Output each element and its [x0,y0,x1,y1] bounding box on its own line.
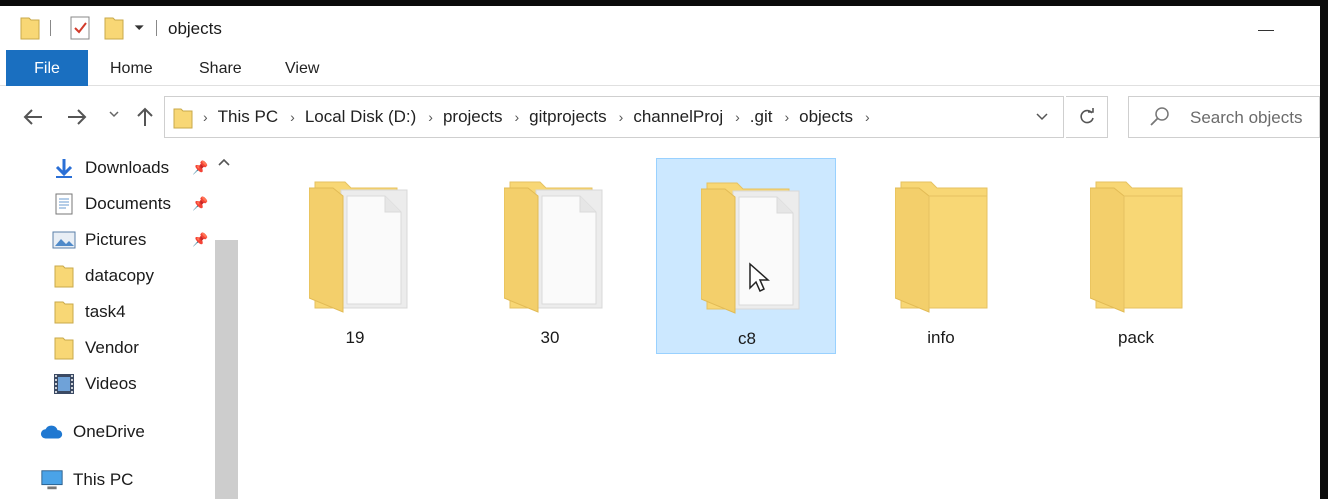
customize-toolbar-icon[interactable]: ⏷ [134,20,144,36]
sidebar-item-pictures[interactable]: Pictures [52,225,146,255]
tab-share[interactable]: Share [195,50,246,86]
file-name: info [927,328,955,347]
folder-with-files-icon [309,181,408,313]
breadcrumb-projects[interactable]: projects [443,107,503,127]
pin-icon[interactable]: 📌 [192,232,208,248]
sidebar-item-label: OneDrive [73,422,145,441]
empty-folder-icon [895,181,988,313]
breadcrumb-chevron-icon[interactable]: › [203,109,208,125]
tab-file[interactable]: File [6,50,88,86]
breadcrumb-chevron-icon[interactable]: › [619,109,624,125]
sidebar-item-label: Vendor [85,338,139,357]
breadcrumb-gitprojects[interactable]: gitprojects [529,107,606,127]
breadcrumb-this-pc[interactable]: This PC [218,107,278,127]
breadcrumb-chevron-icon[interactable]: › [865,109,870,125]
search-input[interactable]: Search objects [1190,108,1302,128]
folder-item-info[interactable]: info [851,158,1031,354]
breadcrumb-chevron-icon[interactable]: › [428,109,433,125]
tab-view[interactable]: View [281,50,323,86]
sidebar-item-label: Videos [85,374,137,393]
ribbon-tabs: File Home Share View [0,50,1320,86]
folder-icon [52,264,76,288]
forward-arrow-icon[interactable] [66,106,88,134]
sidebar-item-vendor[interactable]: Vendor [52,333,139,363]
file-name: c8 [738,329,756,348]
file-list: 19 30 c8 info pack [238,148,1320,499]
download-arrow-icon [52,156,76,180]
toolbar-separator [156,20,157,36]
breadcrumb-chevron-icon[interactable]: › [735,109,740,125]
sidebar-item-datacopy[interactable]: datacopy [52,261,154,291]
breadcrumb-local-disk[interactable]: Local Disk (D:) [305,107,416,127]
quick-access-folder-icon[interactable] [20,16,40,45]
search-icon [1149,106,1171,133]
empty-folder-icon [1090,181,1183,313]
folder-icon [52,336,76,360]
videos-icon [52,372,76,396]
folder-with-files-icon [504,181,603,313]
refresh-icon [1079,108,1094,124]
documents-icon [52,192,76,216]
tab-home[interactable]: Home [106,50,157,86]
sidebar-item-documents[interactable]: Documents [52,189,171,219]
window-title: objects [168,19,222,38]
back-arrow-icon[interactable] [22,106,44,134]
recent-locations-chevron-icon[interactable] [108,108,120,123]
address-bar[interactable]: › This PC › Local Disk (D:) › projects ›… [164,96,1064,138]
breadcrumb-chevron-icon[interactable]: › [290,109,295,125]
computer-icon [40,468,64,492]
sidebar-item-downloads[interactable]: Downloads [52,153,169,183]
folder-item-pack[interactable]: pack [1046,158,1226,354]
title-bar: ⏷ objects [0,6,1320,50]
new-folder-icon[interactable] [104,16,124,45]
folder-item-c8[interactable]: c8 [656,158,836,354]
navigation-bar: › This PC › Local Disk (D:) › projects ›… [0,86,1320,148]
sidebar-item-label: This PC [73,470,134,489]
scroll-up-chevron-icon[interactable] [218,156,230,170]
sidebar-item-videos[interactable]: Videos [52,369,137,399]
refresh-button[interactable] [1066,96,1108,138]
file-name: 19 [345,328,365,347]
toolbar-separator [50,20,51,36]
sidebar-item-task4[interactable]: task4 [52,297,126,327]
breadcrumb-chevron-icon[interactable]: › [514,109,519,125]
pictures-icon [52,228,76,252]
search-box[interactable]: Search objects [1128,96,1320,138]
sidebar-item-label: datacopy [85,266,154,285]
sidebar-item-label: task4 [85,302,126,321]
breadcrumb-channelproj[interactable]: channelProj [633,107,723,127]
navigation-pane: Downloads 📌 Documents 📌 Pictures 📌 datac… [0,148,238,499]
window-right-edge [1320,0,1328,499]
sidebar-item-onedrive[interactable]: OneDrive [40,417,145,447]
sidebar-item-label: Downloads [85,158,170,177]
file-name: pack [1118,328,1154,347]
folder-item-19[interactable]: 19 [265,158,445,354]
breadcrumb-objects[interactable]: objects [799,107,853,127]
mouse-pointer-icon [748,262,770,299]
cloud-icon [40,420,64,444]
address-folder-icon [173,107,193,134]
sidebar-item-this-pc[interactable]: This PC [40,465,133,495]
breadcrumb-git[interactable]: .git [750,107,773,127]
properties-icon[interactable] [70,16,90,45]
file-name: 30 [540,328,560,347]
pin-icon[interactable]: 📌 [192,160,208,176]
breadcrumb-chevron-icon[interactable]: › [784,109,789,125]
up-arrow-icon[interactable] [134,106,156,134]
sidebar-scrollbar-thumb[interactable] [215,240,238,499]
minimize-button[interactable] [1258,30,1274,31]
sidebar-item-label: Pictures [85,230,147,249]
address-history-chevron-icon[interactable] [1035,109,1049,126]
folder-icon [52,300,76,324]
pin-icon[interactable]: 📌 [192,196,208,212]
sidebar-item-label: Documents [85,194,171,213]
folder-item-30[interactable]: 30 [460,158,640,354]
breadcrumb: › This PC › Local Disk (D:) › projects ›… [203,97,880,137]
